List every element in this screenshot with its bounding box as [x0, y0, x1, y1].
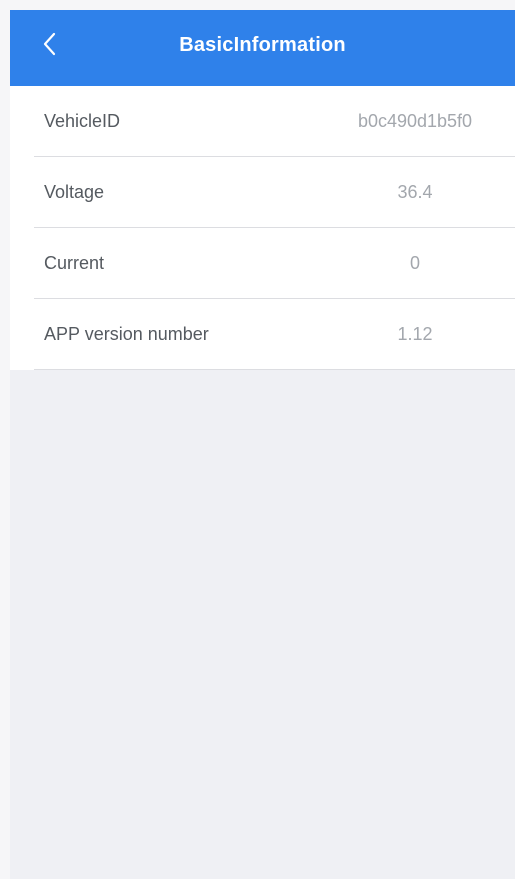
- info-list: VehicleID b0c490d1b5f0 Voltage 36.4 Curr…: [10, 86, 515, 370]
- row-label: APP version number: [44, 324, 209, 344]
- left-edge: [0, 0, 10, 879]
- page-title: BasicInformation: [179, 34, 346, 56]
- row-value: b0c490d1b5f0: [357, 111, 473, 131]
- row-value: 1.12: [397, 324, 433, 344]
- row-label: VehicleID: [44, 111, 121, 131]
- info-row-vehicle-id: VehicleID b0c490d1b5f0: [10, 86, 515, 157]
- app-screen: BasicInformation VehicleID b0c490d1b5f0 …: [0, 0, 515, 879]
- row-label: Voltage: [44, 182, 105, 202]
- row-label: Current: [44, 253, 105, 273]
- info-row-voltage: Voltage 36.4: [10, 157, 515, 228]
- info-row-app-version: APP version number 1.12: [10, 299, 515, 370]
- nav-bar: BasicInformation: [10, 10, 515, 86]
- info-row-current: Current 0: [10, 228, 515, 299]
- row-value: 36.4: [397, 182, 433, 202]
- status-strip: [0, 0, 515, 10]
- row-value: 0: [409, 253, 420, 273]
